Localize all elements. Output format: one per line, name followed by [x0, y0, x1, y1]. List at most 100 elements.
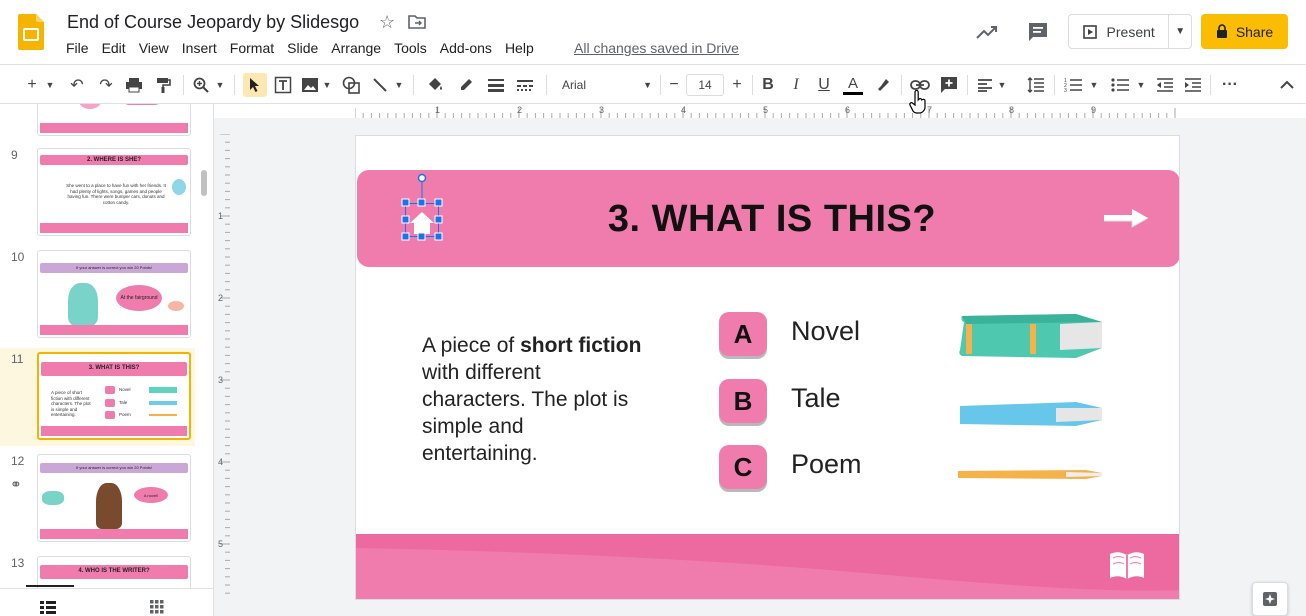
- document-title[interactable]: End of Course Jeopardy by Slidesgo: [67, 12, 359, 33]
- zoom-icon[interactable]: [190, 73, 212, 97]
- menu-slide[interactable]: Slide: [287, 40, 324, 56]
- border-color-icon[interactable]: [455, 73, 477, 97]
- next-arrow-icon[interactable]: [1102, 206, 1150, 230]
- menu-help[interactable]: Help: [505, 40, 540, 56]
- menu-file[interactable]: File: [66, 40, 95, 56]
- option-badge-c[interactable]: C: [719, 445, 767, 489]
- thumb-decoration: [42, 491, 64, 505]
- text-box-icon[interactable]: [271, 73, 295, 97]
- font-size-input[interactable]: 14: [686, 74, 724, 96]
- ruler-label: 5: [763, 105, 768, 115]
- slides-logo-icon[interactable]: [18, 14, 44, 50]
- slide-title[interactable]: 3. WHAT IS THIS?: [557, 198, 987, 241]
- star-icon[interactable]: ☆: [379, 12, 395, 33]
- highlight-color-icon[interactable]: [872, 73, 894, 97]
- line-icon[interactable]: [369, 73, 391, 97]
- present-options-caret-icon[interactable]: ▼: [1169, 15, 1191, 48]
- option-badge-b[interactable]: B: [719, 379, 767, 423]
- line-caret-icon[interactable]: ▼: [393, 73, 405, 97]
- select-tool-icon[interactable]: [243, 73, 267, 97]
- decrease-indent-icon[interactable]: [1154, 73, 1176, 97]
- add-comment-icon[interactable]: [938, 73, 960, 97]
- underline-icon[interactable]: U: [814, 73, 834, 97]
- bulleted-list-caret-icon[interactable]: ▼: [1135, 73, 1147, 97]
- thumb-footer: [40, 325, 188, 335]
- font-select[interactable]: Arial ▼: [562, 73, 654, 97]
- selection-handles[interactable]: [397, 170, 447, 242]
- more-options-icon[interactable]: ···: [1219, 73, 1241, 97]
- ruler-label: 5: [218, 539, 223, 549]
- question-bold: short fiction: [520, 334, 642, 357]
- slide-canvas[interactable]: 3. WHAT IS THIS? A piece of short fictio…: [355, 135, 1180, 600]
- text-color-icon[interactable]: A: [842, 73, 864, 97]
- explore-button[interactable]: [1252, 582, 1288, 616]
- align-icon[interactable]: [974, 73, 996, 97]
- slide-number: 11: [11, 352, 24, 366]
- thumb-title: 3. WHAT IS THIS?: [88, 365, 140, 371]
- numbered-list-caret-icon[interactable]: ▼: [1088, 73, 1100, 97]
- bold-icon[interactable]: B: [758, 73, 778, 97]
- increase-font-size-icon[interactable]: +: [727, 73, 747, 97]
- numbered-list-icon[interactable]: 123: [1062, 73, 1084, 97]
- footer-band: [356, 534, 1179, 599]
- linked-object-icon[interactable]: ⚭: [10, 476, 22, 493]
- pamphlet-illustration: [958, 470, 1102, 479]
- menu-view[interactable]: View: [139, 40, 175, 56]
- thumb-footer: [40, 529, 188, 539]
- toolbar-separator: [1210, 75, 1211, 95]
- border-dash-icon[interactable]: [514, 73, 536, 97]
- move-to-folder-icon[interactable]: [408, 14, 426, 30]
- option-label-a[interactable]: Novel: [791, 316, 860, 347]
- save-status[interactable]: All changes saved in Drive: [574, 40, 739, 56]
- option-badge-a[interactable]: A: [719, 312, 767, 356]
- print-icon[interactable]: [123, 73, 145, 97]
- menu-addons[interactable]: Add-ons: [440, 40, 498, 56]
- decrease-font-size-icon[interactable]: −: [664, 73, 684, 97]
- thumb-footer: [41, 426, 187, 436]
- increase-indent-icon[interactable]: [1182, 73, 1204, 97]
- zoom-caret-icon[interactable]: ▼: [214, 73, 226, 97]
- fill-color-icon[interactable]: [424, 73, 446, 97]
- menu-insert[interactable]: Insert: [182, 40, 223, 56]
- slide-thumbnail-9[interactable]: 2. WHERE IS SHE? She went to a place to …: [37, 148, 191, 236]
- thumb-footer: [40, 123, 188, 133]
- collapse-toolbar-icon[interactable]: [1276, 73, 1298, 97]
- menu-arrange[interactable]: Arrange: [331, 40, 387, 56]
- thumb-option: Tale: [119, 400, 128, 405]
- option-label-c[interactable]: Poem: [791, 449, 862, 480]
- grid-view-icon[interactable]: [150, 598, 164, 616]
- border-weight-icon[interactable]: [485, 73, 507, 97]
- slide-thumbnail-8[interactable]: [37, 104, 191, 136]
- align-caret-icon[interactable]: ▼: [996, 73, 1008, 97]
- filmstrip-scrollbar[interactable]: [201, 170, 207, 196]
- menu-tools[interactable]: Tools: [394, 40, 433, 56]
- character-illustration: [96, 483, 122, 529]
- activity-dashboard-icon[interactable]: [975, 22, 999, 42]
- italic-icon[interactable]: I: [786, 73, 806, 97]
- option-label-b[interactable]: Tale: [791, 383, 841, 414]
- new-slide-icon[interactable]: +: [22, 73, 42, 97]
- new-slide-layout-caret-icon[interactable]: ▼: [44, 73, 56, 97]
- share-button[interactable]: Share: [1201, 14, 1288, 49]
- slide-thumbnail-12[interactable]: If your answer is correct you win 20 Poi…: [37, 454, 191, 542]
- slide-thumbnail-11[interactable]: 3. WHAT IS THIS? A piece of short fictio…: [37, 352, 191, 440]
- line-spacing-icon[interactable]: [1025, 73, 1047, 97]
- present-button[interactable]: Present: [1069, 15, 1170, 48]
- slide-thumbnail-10[interactable]: If your answer is correct you win 20 Poi…: [37, 250, 191, 338]
- filmstrip-view-icon[interactable]: [40, 598, 56, 616]
- ruler-label: 9: [1091, 105, 1096, 115]
- book-icon[interactable]: [1108, 550, 1146, 582]
- menu-format[interactable]: Format: [230, 40, 280, 56]
- redo-icon[interactable]: ↷: [95, 73, 117, 97]
- shape-icon[interactable]: [339, 73, 363, 97]
- app-header: End of Course Jeopardy by Slidesgo ☆ Fil…: [0, 0, 1306, 64]
- thumb-decoration: [172, 179, 186, 195]
- question-text[interactable]: A piece of short fiction with different …: [422, 332, 642, 467]
- insert-image-caret-icon[interactable]: ▼: [321, 73, 333, 97]
- paint-format-icon[interactable]: [152, 73, 174, 97]
- bulleted-list-icon[interactable]: [1109, 73, 1131, 97]
- comment-history-icon[interactable]: [1027, 21, 1049, 43]
- menu-edit[interactable]: Edit: [102, 40, 132, 56]
- undo-icon[interactable]: ↶: [66, 73, 88, 97]
- insert-image-icon[interactable]: [299, 73, 321, 97]
